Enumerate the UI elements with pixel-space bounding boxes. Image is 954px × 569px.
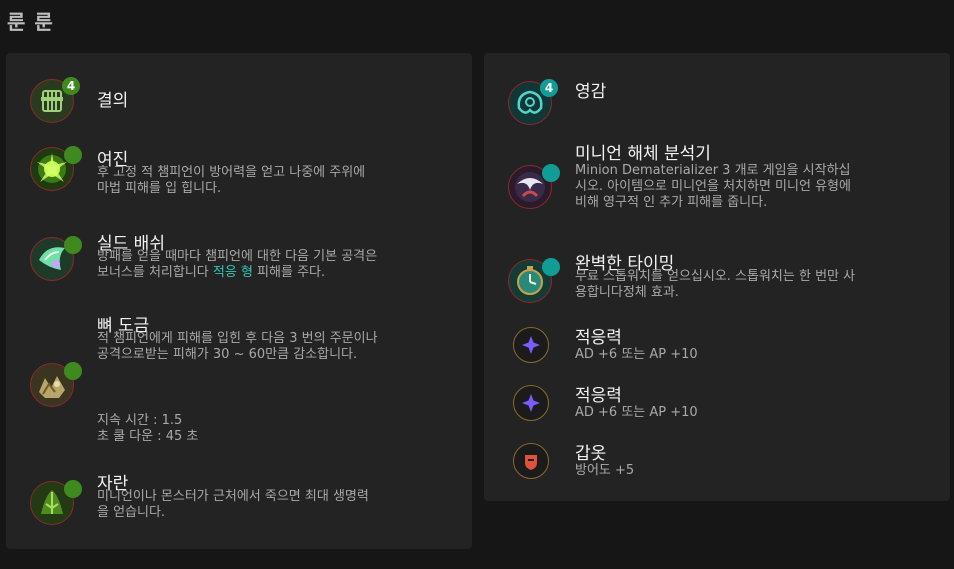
shield-bash-icon — [30, 236, 82, 281]
rune-shield-bash[interactable]: 실드 배쉬 방패를 얻을 때마다 챔피언에 대한 다음 기본 공격은 보너스를 … — [6, 229, 472, 293]
rune-description: Minion Dematerializer 3 개로 게임을 시작하십시오. 아… — [575, 163, 851, 210]
rune-description: 무료 스톱워치를 얻으십시오. 스톱워치는 한 번만 사용합니다정체 효과. — [575, 269, 856, 300]
rune-aftershock[interactable]: 여진 후 고정 적 챔피언이 방어력을 얻고 나중에 주위에 마법 피해를 입 … — [6, 145, 472, 205]
page-title: 룬 룬 — [7, 10, 54, 34]
stat-shard-armor[interactable]: 갑옷 방어도 +5 — [484, 439, 950, 479]
aftershock-icon — [30, 146, 82, 191]
rune-cooldown: 초 쿨 다운 : 45 초 — [97, 429, 199, 444]
tree-header-resolve[interactable]: 4 결의 — [6, 77, 472, 125]
rune-description: 적 챔피언에게 피해를 입힌 후 다음 3 번의 주문이나 공격으로받는 피해가… — [97, 331, 378, 362]
adaptive-shard-icon — [513, 385, 549, 421]
armor-shard-icon — [513, 443, 549, 479]
rune-bone-plating[interactable]: 뼈 도금 적 챔피언에게 피해를 입힌 후 다음 3 번의 주문이나 공격으로받… — [6, 311, 472, 451]
shard-description: AD +6 또는 AP +10 — [575, 347, 698, 362]
selected-indicator — [64, 480, 82, 498]
minion-dematerializer-icon — [508, 164, 560, 209]
tree-name: 영감 — [575, 82, 607, 102]
rune-description: 후 고정 적 챔피언이 방어력을 얻고 나중에 주위에 마법 피해를 입 힙니다… — [97, 165, 366, 196]
inspiration-tree-icon: 4 — [508, 79, 558, 125]
tree-level-badge: 4 — [62, 77, 80, 95]
shard-description: 방어도 +5 — [575, 463, 635, 478]
adaptive-damage-highlight: 적응 형 — [212, 265, 253, 280]
selected-indicator — [64, 146, 82, 164]
tree-name: 결의 — [97, 91, 129, 111]
rune-description: 미니언이나 몬스터가 근처에서 죽으면 최대 생명력을 얻습니다. — [97, 489, 369, 520]
shard-description: AD +6 또는 AP +10 — [575, 405, 698, 420]
resolve-tree-icon: 4 — [30, 77, 80, 123]
rune-overgrowth[interactable]: 자란 미니언이나 몬스터가 근처에서 죽으면 최대 생명력을 얻습니다. — [6, 469, 472, 533]
shard-name: 적응력 — [575, 328, 622, 348]
primary-tree-panel: 4 결의 여진 후 고정 적 챔피언이 방어력을 얻고 나중에 주위에 마법 피… — [6, 53, 472, 549]
rune-duration: 지속 시간 : 1.5 — [97, 413, 183, 428]
bone-plating-icon — [30, 362, 82, 407]
secondary-tree-panel: 4 영감 미니언 해체 분석기 Minion Dematerializer 3 … — [484, 53, 950, 501]
selected-indicator — [542, 164, 560, 182]
selected-indicator — [64, 236, 82, 254]
tree-level-badge: 4 — [540, 79, 558, 97]
rune-minion-dematerializer[interactable]: 미니언 해체 분석기 Minion Dematerializer 3 개로 게임… — [484, 139, 950, 229]
selected-indicator — [542, 258, 560, 276]
adaptive-shard-icon — [513, 327, 549, 363]
stat-shard-adaptive-2[interactable]: 적응력 AD +6 또는 AP +10 — [484, 381, 950, 421]
stat-shard-adaptive-1[interactable]: 적응력 AD +6 또는 AP +10 — [484, 323, 950, 363]
rune-perfect-timing[interactable]: 완벽한 타이밍 무료 스톱워치를 얻으십시오. 스톱워치는 한 번만 사용합니다… — [484, 249, 950, 309]
rune-name: 미니언 해체 분석기 — [575, 144, 711, 164]
overgrowth-icon — [30, 480, 82, 525]
rune-description: 방패를 얻을 때마다 챔피언에 대한 다음 기본 공격은 보너스를 처리합니다 … — [97, 249, 378, 280]
shard-name: 적응력 — [575, 386, 622, 406]
selected-indicator — [64, 362, 82, 380]
perfect-timing-icon — [508, 258, 560, 303]
shard-name: 갑옷 — [575, 444, 607, 464]
tree-header-inspiration[interactable]: 4 영감 — [484, 77, 950, 125]
